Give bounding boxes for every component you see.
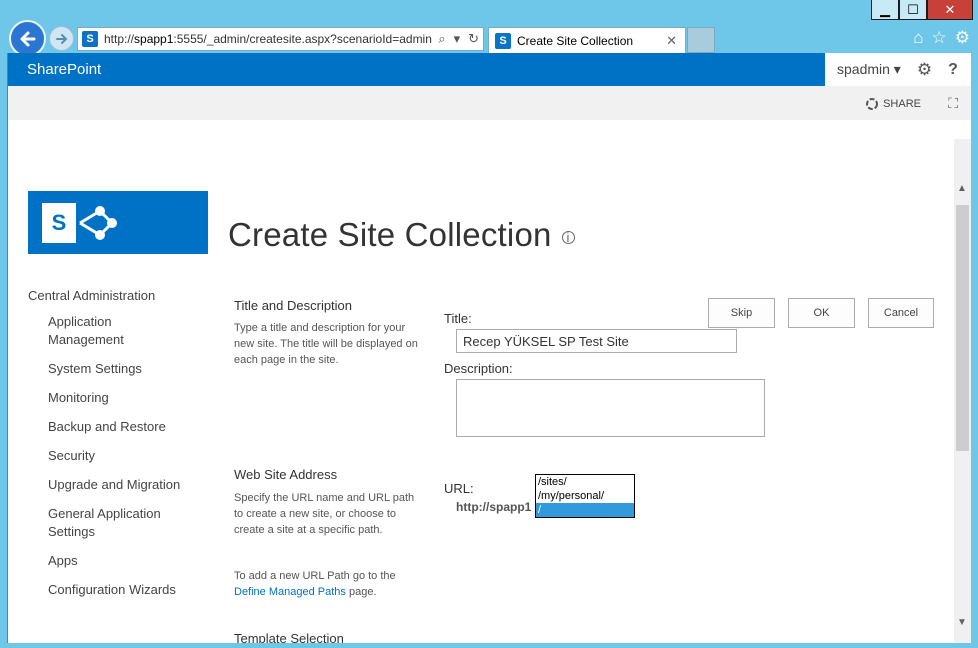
refresh-icon[interactable]: ↻: [468, 31, 479, 47]
forward-arrow-icon: [55, 33, 67, 44]
scroll-up-icon[interactable]: ▲: [957, 183, 967, 194]
suite-bar-right: spadmin ▾ ⚙ ?: [825, 53, 971, 86]
url-path-listbox[interactable]: /sites/ /my/personal/ /: [535, 474, 635, 518]
tab-title: Create Site Collection: [517, 33, 634, 48]
site-logo[interactable]: S: [28, 191, 208, 254]
action-buttons: Skip OK Cancel: [708, 298, 934, 328]
nav-application-management[interactable]: Application Management: [48, 313, 158, 349]
browser-viewport: SharePoint spadmin ▾ ⚙ ? SHARE ⛶ S Creat…: [7, 53, 971, 643]
dropdown-arrow-icon[interactable]: ▾: [454, 31, 461, 47]
path-option-selected[interactable]: /: [536, 503, 634, 517]
nav-general-application-settings[interactable]: General Application Settings: [48, 505, 168, 541]
skip-button[interactable]: Skip: [708, 298, 775, 328]
close-tab-icon[interactable]: ✕: [666, 33, 677, 49]
forward-button[interactable]: [49, 26, 74, 51]
nav-configuration-wizards[interactable]: Configuration Wizards: [48, 581, 198, 599]
path-option[interactable]: /my/personal/: [536, 489, 634, 503]
managed-paths-note: To add a new URL Path go to the Define M…: [234, 568, 419, 600]
nav-security[interactable]: Security: [48, 447, 198, 465]
search-icon[interactable]: ⌕: [438, 31, 445, 47]
managed-paths-prefix: To add a new URL Path go to the: [234, 570, 396, 582]
nav-system-settings[interactable]: System Settings: [48, 360, 198, 378]
share-label: SHARE: [883, 98, 921, 110]
description-label: Description:: [444, 361, 513, 376]
nav-upgrade-and-migration[interactable]: Upgrade and Migration: [48, 476, 198, 494]
sharepoint-favicon-icon: S: [495, 32, 511, 49]
page-title-text: Create Site Collection: [228, 216, 552, 253]
ok-button[interactable]: OK: [788, 298, 855, 328]
suite-bar: SharePoint spadmin ▾ ⚙ ?: [8, 53, 971, 86]
minimize-button[interactable]: ▁: [871, 0, 899, 20]
scroll-thumb[interactable]: [956, 205, 969, 451]
section-web-address-heading: Web Site Address: [234, 467, 338, 482]
section-web-address-text: Specify the URL name and URL path to cre…: [234, 492, 415, 536]
sharepoint-brand[interactable]: SharePoint: [27, 61, 101, 78]
favorites-star-icon[interactable]: ☆: [932, 28, 947, 48]
nav-central-administration[interactable]: Central Administration: [28, 288, 198, 303]
managed-paths-suffix: page.: [345, 586, 377, 598]
close-window-button[interactable]: ✕: [927, 0, 973, 20]
address-url[interactable]: http://spapp1:5555/_admin/createsite.asp…: [104, 32, 434, 46]
logo-letter: S: [42, 203, 76, 243]
focus-on-content-icon[interactable]: ⛶: [948, 95, 958, 112]
browser-tab[interactable]: S Create Site Collection ✕: [488, 27, 686, 53]
home-icon[interactable]: ⌂: [913, 28, 923, 48]
maximize-button[interactable]: ☐: [899, 0, 927, 20]
sharepoint-logo-icon: [79, 206, 117, 240]
path-option[interactable]: /sites/: [536, 475, 634, 489]
description-textarea[interactable]: [456, 379, 765, 437]
nav-apps[interactable]: Apps: [48, 552, 198, 570]
title-label: Title:: [444, 311, 472, 326]
browser-toolbar: ⌂ ☆ ⚙: [913, 28, 970, 48]
sharepoint-favicon-icon: S: [82, 31, 98, 47]
scroll-down-icon[interactable]: ▼: [957, 617, 967, 628]
quick-launch: Central Administration Application Manag…: [28, 288, 198, 610]
new-tab-button[interactable]: [687, 27, 715, 53]
back-arrow-icon: [20, 31, 35, 46]
share-button[interactable]: SHARE: [865, 97, 921, 111]
section-template-heading: Template Selection: [234, 631, 344, 643]
user-menu[interactable]: spadmin ▾: [837, 61, 901, 78]
nav-monitoring[interactable]: Monitoring: [48, 389, 198, 407]
gear-icon[interactable]: ⚙: [917, 60, 932, 80]
nav-backup-and-restore[interactable]: Backup and Restore: [48, 418, 198, 436]
address-bar[interactable]: S http://spapp1:5555/_admin/createsite.a…: [77, 27, 484, 51]
section-title-description-heading: Title and Description: [234, 298, 353, 313]
settings-gear-icon[interactable]: ⚙: [955, 28, 970, 48]
define-managed-paths-link[interactable]: Define Managed Paths: [234, 586, 346, 598]
help-icon[interactable]: ?: [948, 61, 958, 79]
cancel-button[interactable]: Cancel: [868, 298, 934, 328]
vertical-scrollbar[interactable]: ▲ ▼: [954, 139, 971, 643]
ribbon: SHARE ⛶: [8, 86, 971, 120]
title-input[interactable]: Recep YÜKSEL SP Test Site: [456, 329, 737, 353]
info-icon[interactable]: i: [561, 230, 575, 244]
window-controls: ▁ ☐ ✕: [871, 0, 973, 20]
back-button[interactable]: [9, 20, 46, 57]
share-icon: [866, 98, 879, 110]
url-host: http://spapp1: [456, 500, 532, 514]
section-title-description-text: Type a title and description for your ne…: [234, 322, 418, 366]
url-label: URL:: [444, 481, 474, 496]
page-title: Create Site Collection i: [228, 216, 575, 254]
